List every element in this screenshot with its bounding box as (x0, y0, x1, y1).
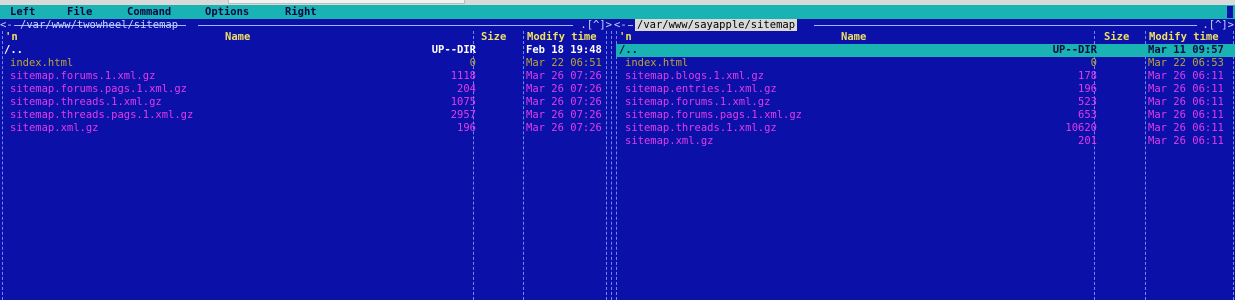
column-divider (611, 31, 613, 300)
file-name: sitemap.entries.1.xml.gz (625, 83, 777, 95)
file-mtime: Mar 26 07:26 (526, 83, 602, 95)
file-row[interactable]: sitemap.forums.pags.1.xml.gz 653 Mar 26 06… (616, 109, 1235, 122)
right-panel[interactable]: <- /var/www/sayapple/sitemap .[^]> 'n Na… (614, 19, 1235, 300)
panel-corner-controls[interactable]: .[^]> (580, 19, 612, 31)
file-size: 1075 (450, 96, 476, 108)
file-row[interactable]: sitemap.entries.1.xml.gz 196 Mar 26 06:11 (616, 83, 1235, 96)
file-mtime: Mar 26 07:26 (526, 96, 602, 108)
panel-path[interactable]: /var/www/twowheel/sitemap (20, 19, 178, 31)
file-size: UP--DIR (431, 44, 476, 56)
file-name: sitemap.threads.1.xml.gz (625, 122, 777, 134)
column-header-mtime[interactable]: Modify time (1149, 31, 1219, 44)
column-header-n[interactable]: 'n (619, 31, 632, 44)
file-size: 653 (1078, 109, 1097, 121)
file-row[interactable]: /.. UP--DIR Feb 18 19:48 (2, 44, 608, 57)
file-size: 196 (1078, 83, 1097, 95)
file-mtime: Mar 26 06:11 (1148, 96, 1224, 108)
file-name: sitemap.forums.1.xml.gz (625, 96, 771, 108)
file-name: /.. (4, 44, 23, 56)
file-row[interactable]: /.. UP--DIR Mar 11 09:57 (616, 44, 1235, 57)
file-mtime: Mar 26 06:11 (1148, 122, 1224, 134)
file-size: 201 (1078, 135, 1097, 147)
menu-item-left[interactable]: Left (10, 6, 35, 18)
panel-history-arrow[interactable]: <- (0, 19, 13, 31)
file-row[interactable]: sitemap.threads.1.xml.gz 1075 Mar 26 07:26 (2, 96, 608, 109)
file-name: sitemap.forums.pags.1.xml.gz (10, 83, 188, 95)
file-row[interactable]: sitemap.blogs.1.xml.gz 178 Mar 26 06:11 (616, 70, 1235, 83)
panel-path-bar: <- /var/www/sayapple/sitemap .[^]> (614, 19, 1234, 31)
file-size: 204 (457, 83, 476, 95)
file-mtime: Mar 26 07:26 (526, 122, 602, 134)
menu-item-command[interactable]: Command (127, 6, 171, 18)
file-mtime: Mar 22 06:51 (526, 57, 602, 69)
file-row[interactable]: index.html 0 Mar 22 06:53 (616, 57, 1235, 70)
file-name: index.html (10, 57, 74, 69)
file-name: sitemap.threads.1.xml.gz (10, 96, 162, 108)
file-row[interactable]: sitemap.threads.pags.1.xml.gz 2957 Mar 26 … (2, 109, 608, 122)
menu-bar: Left File Command Options Right (0, 5, 1235, 19)
file-mtime: Mar 26 06:11 (1148, 70, 1224, 82)
file-name: sitemap.threads.pags.1.xml.gz (10, 109, 194, 121)
left-panel[interactable]: <- /var/www/twowheel/sitemap .[^]> 'n Na… (0, 19, 614, 300)
file-name: sitemap.forums.pags.1.xml.gz (625, 109, 803, 121)
file-size: 1118 (450, 70, 476, 82)
menu-bar-edge (1227, 6, 1233, 18)
file-mtime: Mar 26 06:11 (1148, 135, 1224, 147)
file-row[interactable]: sitemap.xml.gz 196 Mar 26 07:26 (2, 122, 608, 135)
file-mtime: Mar 26 07:26 (526, 70, 602, 82)
file-size: 2957 (450, 109, 476, 121)
file-name: sitemap.forums.1.xml.gz (10, 70, 156, 82)
file-size: 10620 (1065, 122, 1097, 134)
file-mtime: Mar 26 06:11 (1148, 83, 1224, 95)
file-row[interactable]: sitemap.forums.pags.1.xml.gz 204 Mar 26 07… (2, 83, 608, 96)
file-name: sitemap.xml.gz (625, 135, 714, 147)
panel-path[interactable]: /var/www/sayapple/sitemap (635, 19, 798, 31)
file-mtime: Mar 22 06:53 (1148, 57, 1224, 69)
menu-item-file[interactable]: File (67, 6, 92, 18)
file-size: 178 (1078, 70, 1097, 82)
file-size: 0 (469, 57, 476, 69)
file-row[interactable]: sitemap.forums.1.xml.gz 523 Mar 26 06:11 (616, 96, 1235, 109)
file-mtime: Mar 11 09:57 (1148, 44, 1224, 56)
column-header-size[interactable]: Size (1104, 31, 1129, 44)
file-mtime: Feb 18 19:48 (526, 44, 602, 56)
file-row[interactable]: index.html 0 Mar 22 06:51 (2, 57, 608, 70)
menu-item-options[interactable]: Options (205, 6, 249, 18)
file-mtime: Mar 26 06:11 (1148, 109, 1224, 121)
file-size: UP--DIR (1052, 44, 1097, 56)
column-header-n[interactable]: 'n (5, 31, 18, 44)
file-name: sitemap.xml.gz (10, 122, 99, 134)
file-name: index.html (625, 57, 689, 69)
column-header-mtime[interactable]: Modify time (527, 31, 597, 44)
menu-item-right[interactable]: Right (285, 6, 317, 18)
file-name: sitemap.blogs.1.xml.gz (625, 70, 765, 82)
file-size: 196 (457, 122, 476, 134)
column-header-name[interactable]: Name (841, 31, 866, 44)
panel-path-bar: <- /var/www/twowheel/sitemap .[^]> (0, 19, 612, 31)
file-row[interactable]: sitemap.xml.gz 201 Mar 26 06:11 (616, 135, 1235, 148)
file-row[interactable]: sitemap.forums.1.xml.gz 1118 Mar 26 07:26 (2, 70, 608, 83)
file-mtime: Mar 26 07:26 (526, 109, 602, 121)
panel-history-arrow[interactable]: <- (614, 19, 627, 31)
file-size: 0 (1090, 57, 1097, 69)
column-header-name[interactable]: Name (225, 31, 250, 44)
file-row[interactable]: sitemap.threads.1.xml.gz 10620 Mar 26 06:1… (616, 122, 1235, 135)
file-size: 523 (1078, 96, 1097, 108)
window-tab[interactable] (228, 0, 465, 4)
file-name: /.. (619, 44, 638, 56)
panel-corner-controls[interactable]: .[^]> (1202, 19, 1234, 31)
column-header-size[interactable]: Size (481, 31, 506, 44)
